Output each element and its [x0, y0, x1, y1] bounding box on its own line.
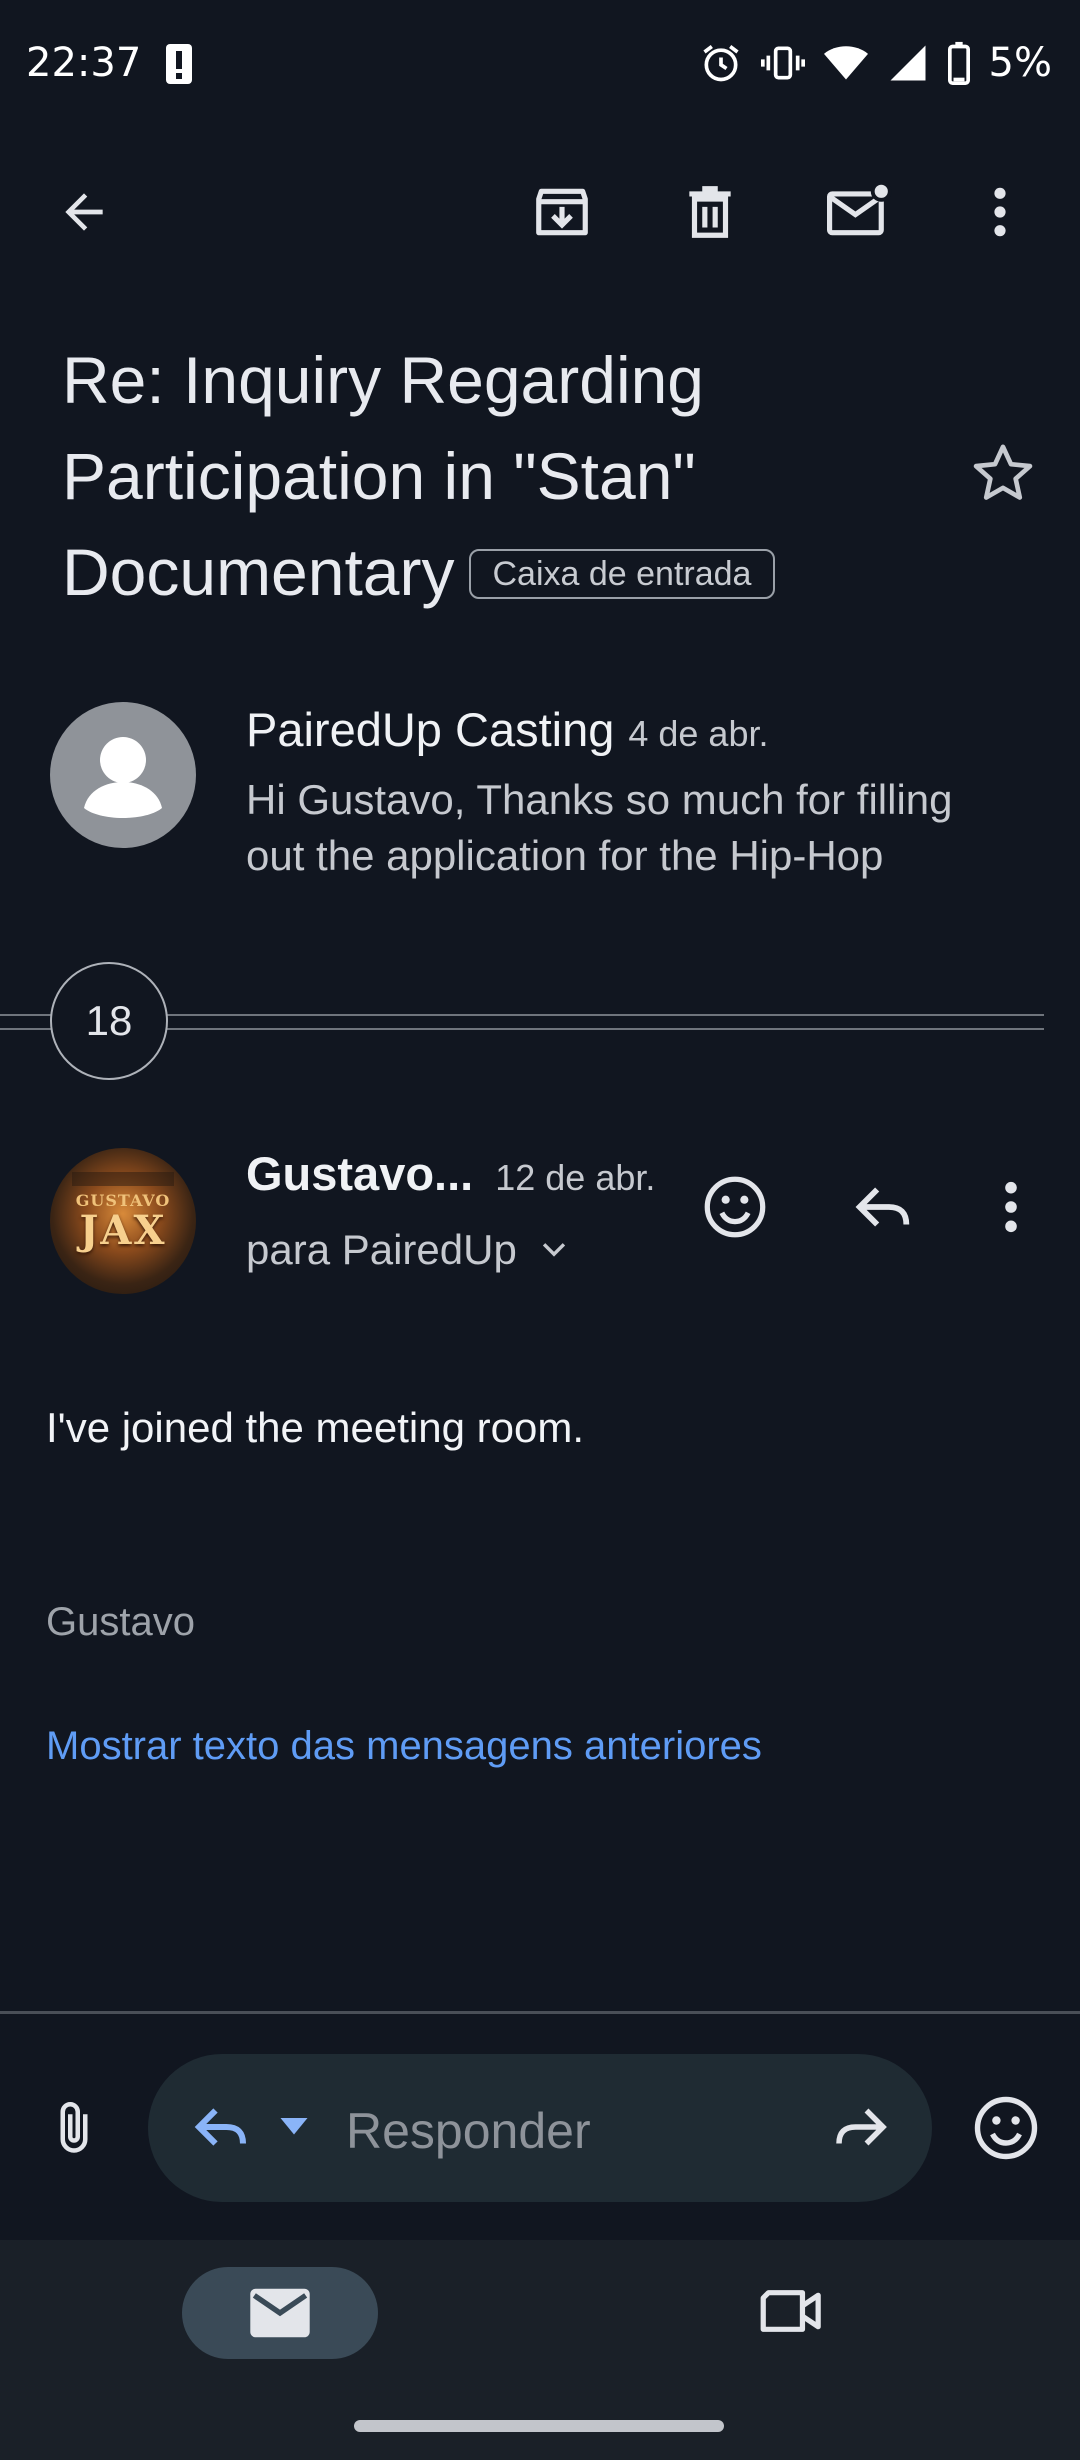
- recipient-details-toggle[interactable]: para PairedUp: [246, 1226, 571, 1274]
- chevron-down-icon: [542, 1243, 565, 1257]
- archive-icon[interactable]: [526, 176, 598, 248]
- status-time: 22:37: [26, 40, 142, 86]
- reply-mode-dropdown-icon[interactable]: [276, 2112, 312, 2147]
- message2-sender: Gustavo...: [246, 1147, 474, 1200]
- back-arrow-icon[interactable]: [48, 176, 120, 248]
- wifi-icon: [823, 46, 868, 80]
- inbox-label-chip[interactable]: Caixa de entrada: [468, 549, 776, 599]
- mail-icon: [250, 2288, 310, 2338]
- alert-icon: [166, 44, 192, 84]
- star-icon[interactable]: [970, 440, 1036, 511]
- sender-avatar-gustavo[interactable]: GUSTAVO JAX: [50, 1148, 196, 1294]
- reply-mode-icon[interactable]: [186, 2094, 256, 2165]
- reply-icon[interactable]: [848, 1172, 918, 1247]
- mark-unread-icon[interactable]: [822, 176, 894, 248]
- nav-meet-tab[interactable]: [758, 2282, 826, 2345]
- gesture-bar[interactable]: [354, 2420, 724, 2432]
- person-icon: [84, 737, 162, 818]
- message2-recipients: para PairedUp: [246, 1226, 517, 1273]
- message2-date: 12 de abr.: [495, 1157, 656, 1198]
- message-more-vert-icon[interactable]: [1000, 1178, 1022, 1241]
- signal-icon: [890, 45, 926, 81]
- message2-signature: Gustavo: [46, 1600, 195, 1644]
- message1-header[interactable]: PairedUp Casting 4 de abr.: [246, 702, 768, 757]
- reply-placeholder[interactable]: Responder: [346, 2102, 591, 2160]
- email-subject: Re: Inquiry Regarding Participation in "…: [62, 332, 942, 620]
- reply-bar-divider: [0, 2011, 1080, 2014]
- message1-snippet[interactable]: Hi Gustavo, Thanks so much for filling o…: [246, 772, 1006, 884]
- message1-date: 4 de abr.: [628, 713, 769, 754]
- video-icon: [760, 2290, 821, 2332]
- alarm-icon: [702, 45, 739, 82]
- message1-sender: PairedUp Casting: [246, 703, 615, 756]
- status-icons: 5%: [699, 40, 1052, 86]
- message2-header[interactable]: Gustavo... 12 de abr.: [246, 1146, 655, 1201]
- attachment-icon[interactable]: [44, 2096, 104, 2165]
- nav-mail-tab[interactable]: [182, 2267, 378, 2359]
- battery-icon: [947, 41, 970, 85]
- vibrate-icon: [760, 46, 805, 80]
- collapsed-count-button[interactable]: 18: [50, 962, 168, 1080]
- more-vert-icon[interactable]: [964, 176, 1036, 248]
- delete-icon[interactable]: [674, 176, 746, 248]
- emoji-icon[interactable]: [970, 2092, 1042, 2169]
- emoji-reaction-icon[interactable]: [700, 1172, 770, 1247]
- show-quoted-text-link[interactable]: Mostrar texto das mensagens anteriores: [46, 1724, 762, 1769]
- sender-avatar[interactable]: [50, 702, 196, 848]
- message2-body: I've joined the meeting room.: [46, 1404, 584, 1451]
- forward-icon[interactable]: [826, 2094, 896, 2165]
- battery-percent: 5%: [988, 40, 1052, 86]
